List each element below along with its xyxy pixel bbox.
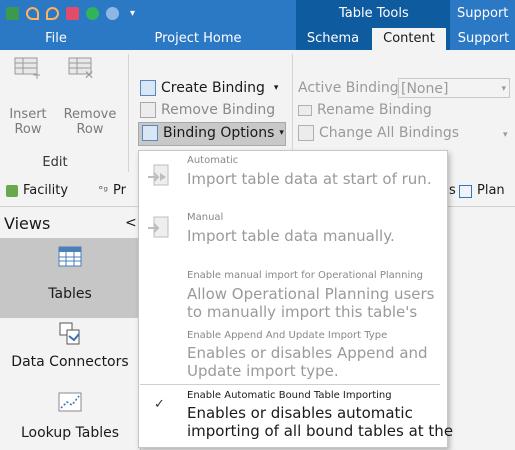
menu-item-description: Enables or disables automatic [187, 404, 413, 422]
insert-row-icon: + [14, 57, 42, 82]
processes-icon: °ᵍ [98, 184, 108, 197]
menu-item-title: Enable Append And Update Import Type [187, 330, 388, 341]
rename-binding-label: Rename Binding [317, 102, 432, 118]
tab-file[interactable]: File [26, 28, 86, 50]
create-binding-label: Create Binding [161, 80, 265, 96]
views-item-label: Tables [48, 286, 92, 302]
run-icon[interactable] [86, 6, 99, 20]
views-header: Views [4, 214, 51, 233]
tables-icon [58, 246, 82, 268]
menu-item-description: to manually import this table's [187, 303, 418, 321]
remove-row-icon: ✕ [68, 57, 94, 82]
remove-binding-button[interactable]: Remove Binding [140, 99, 275, 121]
tab-schema[interactable]: Schema [298, 28, 368, 50]
data-connectors-icon[interactable] [58, 322, 82, 346]
menu-item-title: Enable manual import for Operational Pla… [187, 270, 423, 281]
remove-binding-icon [140, 102, 156, 118]
svg-text:+: + [32, 68, 40, 79]
save-icon[interactable] [66, 6, 79, 20]
create-binding-dropdown-icon: ▾ [273, 83, 279, 93]
planning-icon [459, 184, 472, 198]
tab-planning[interactable]: Plan [459, 180, 505, 202]
checkmark-icon: ✓ [154, 397, 165, 412]
chevron-down-icon[interactable]: ▾ [503, 130, 508, 140]
active-binding-select[interactable]: [None] ▾ [398, 78, 510, 98]
chevron-down-icon: ▾ [501, 84, 506, 94]
customize-quick-access-icon[interactable]: ▾ [130, 8, 135, 19]
tab-processes[interactable]: °ᵍ Pr [98, 180, 126, 202]
create-binding-icon [140, 80, 156, 96]
tab-partial-label: s [449, 183, 456, 198]
tab-processes-label: Pr [112, 183, 126, 198]
remove-binding-label: Remove Binding [161, 102, 276, 118]
facility-icon [6, 185, 18, 197]
views-item-label[interactable]: Data Connectors [0, 354, 140, 370]
change-all-bindings-label: Change All Bindings [319, 125, 460, 141]
menu-item-description: Import table data at start of run. [187, 170, 432, 188]
group-divider [128, 54, 129, 172]
active-binding-label: Active Binding [298, 80, 399, 96]
tab-facility[interactable]: Facility [6, 180, 68, 202]
edit-group-label: Edit [42, 155, 68, 170]
menu-item-title: Automatic [187, 155, 239, 166]
menu-item-description: Import table data manually. [187, 227, 395, 245]
binding-options-label: Binding Options [163, 125, 275, 141]
import-automatic-icon [146, 163, 172, 189]
svg-text:✕: ✕ [84, 68, 94, 79]
active-binding-value: [None] [401, 81, 449, 97]
active-binding-field: Active Binding [298, 77, 399, 99]
tab-content[interactable]: Content [372, 28, 446, 50]
import-manual-icon [146, 215, 172, 241]
undo-icon[interactable] [26, 6, 39, 20]
change-all-bindings-icon [298, 125, 314, 141]
menu-item-description: importing of all bound tables at the [187, 422, 454, 440]
tab-planning-label: Plan [477, 183, 505, 198]
support-group-label: Support [457, 6, 509, 21]
menu-separator [140, 384, 440, 385]
lookup-tables-icon[interactable] [58, 392, 82, 414]
menu-item-description: Enables or disables Append and [187, 344, 428, 362]
redo-icon[interactable] [46, 6, 59, 20]
insert-row-button[interactable]: Insert Row [0, 107, 56, 137]
views-item-label[interactable]: Lookup Tables [0, 425, 140, 441]
create-binding-button[interactable]: Create Binding ▾ [140, 77, 278, 99]
tab-support[interactable]: Support [452, 28, 515, 50]
menu-item-title: Manual [187, 212, 224, 223]
menu-item-title: Enable Automatic Bound Table Importing [187, 390, 392, 401]
menu-item-description: Allow Operational Planning users [187, 285, 435, 303]
collapse-panel-icon[interactable]: < [125, 215, 137, 231]
menu-item-description: Update import type. [187, 362, 339, 380]
tab-facility-label: Facility [23, 183, 69, 198]
context-group-label: Table Tools [339, 6, 409, 21]
app-icon [6, 6, 19, 20]
tab-project-home[interactable]: Project Home [142, 28, 254, 50]
stop-icon[interactable] [106, 6, 119, 20]
rename-binding-icon [298, 104, 312, 116]
binding-options-button[interactable]: Binding Options ▾ [142, 122, 284, 144]
binding-options-dropdown-icon: ▾ [279, 128, 284, 138]
quick-access-toolbar: ▾ [0, 0, 135, 26]
change-all-bindings-button[interactable]: Change All Bindings [298, 122, 459, 144]
remove-row-button[interactable]: Remove Row [60, 107, 120, 137]
rename-binding-button[interactable]: Rename Binding [298, 99, 432, 121]
binding-options-icon [142, 125, 158, 141]
